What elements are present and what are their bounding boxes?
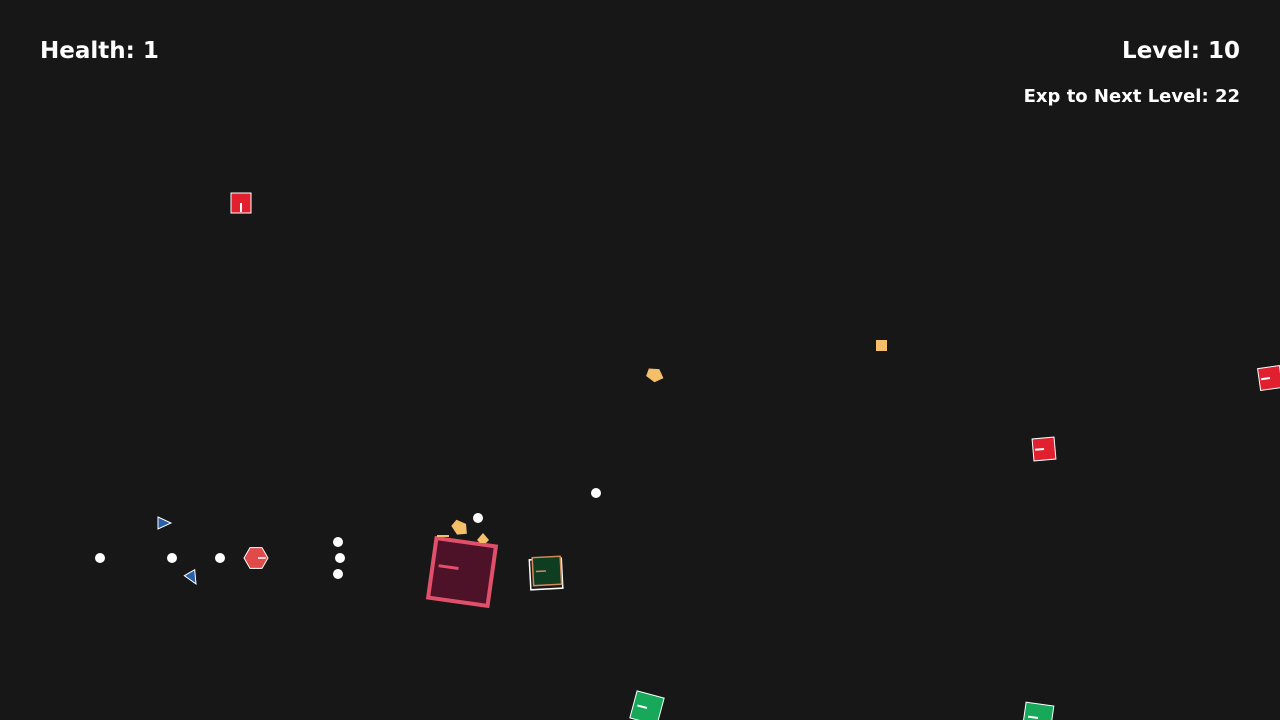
triangle-drone [157, 516, 173, 530]
exp-orb [437, 535, 449, 537]
bullet [335, 553, 345, 563]
bullet [333, 537, 343, 547]
green-square-enemy [629, 690, 665, 720]
game-field [95, 192, 1280, 720]
green-square-enemy [1021, 701, 1055, 720]
exp-orb [477, 533, 489, 543]
red-square-enemy [230, 192, 252, 214]
bullet [215, 553, 225, 563]
exp-orb [451, 519, 467, 535]
player-ship [528, 555, 564, 591]
large-enemy [425, 535, 499, 609]
bullet [95, 553, 105, 563]
game-canvas[interactable]: Health: 1 Level: 10 Exp to Next Level: 2… [0, 0, 1280, 720]
exp-orb [876, 340, 887, 351]
bullet [167, 553, 177, 563]
bullet [591, 488, 601, 498]
bullet [333, 569, 343, 579]
bullet [473, 513, 483, 523]
triangle-drone [183, 568, 197, 585]
hex-enemy [243, 547, 269, 569]
red-square-enemy [1257, 365, 1280, 391]
red-square-enemy [1031, 436, 1057, 462]
exp-orb [646, 368, 664, 383]
